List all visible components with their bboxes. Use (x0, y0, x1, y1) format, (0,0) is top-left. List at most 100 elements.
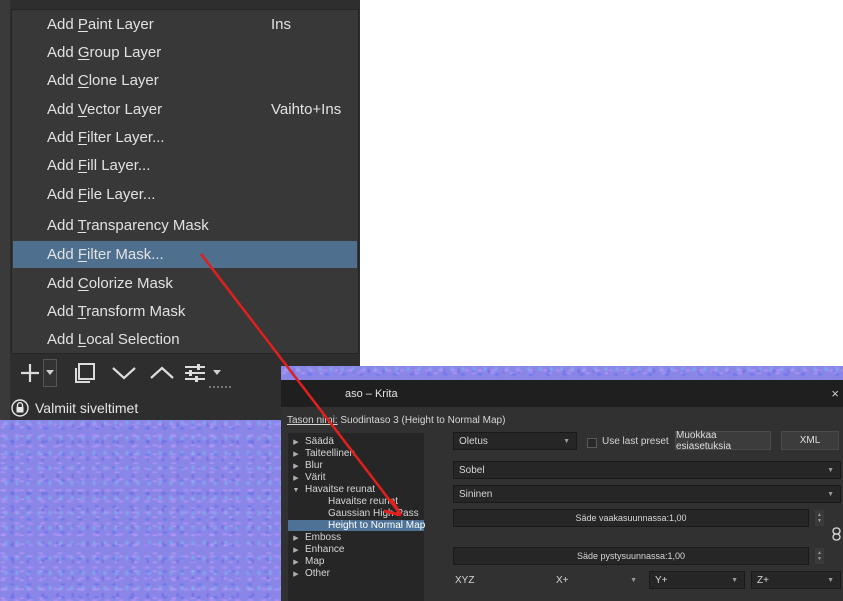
menu-item[interactable]: Add Filter Layer... (13, 124, 357, 151)
menu-item-label-rest: lone Layer (88, 72, 159, 89)
edit-presets-label: Muokkaa esiasetuksia (676, 429, 732, 452)
tree-item[interactable]: ▶ Säädä (288, 436, 424, 447)
expand-right-icon[interactable]: ▶ (291, 437, 301, 448)
menu-item-accelerator: C (77, 275, 89, 292)
expand-right-icon[interactable]: ▶ (291, 473, 301, 484)
menu-item[interactable]: Add Filter Mask... (13, 241, 357, 268)
menu-item-label-rest: aint Layer (87, 16, 154, 33)
move-up-icon[interactable] (147, 359, 177, 387)
menu-item-label-rest: olorize Mask (88, 275, 173, 292)
menu-item-label-prefix: Add (47, 186, 78, 203)
menu-item-shortcut: Ins (271, 16, 292, 33)
move-down-icon[interactable] (109, 359, 139, 387)
z-select[interactable]: Z+ ▼ (751, 571, 841, 589)
duplicate-icon[interactable] (71, 359, 99, 387)
menu-item-accelerator: T (77, 303, 87, 320)
x-select[interactable]: X+ ▼ (551, 571, 643, 589)
method-select[interactable]: Sobel ▼ (453, 461, 841, 479)
brush-presets-header[interactable]: Valmiit siveltimet (11, 396, 138, 420)
tree-item-label: Taiteellinen (305, 448, 356, 459)
tree-item[interactable]: ▶ Värit (288, 472, 424, 483)
expand-down-icon[interactable]: ▼ (291, 485, 301, 496)
layer-name-value[interactable]: Suodintaso 3 (Height to Normal Map) (340, 415, 505, 426)
plus-icon[interactable] (17, 359, 43, 387)
expand-right-icon[interactable]: ▶ (291, 569, 301, 580)
menu-item[interactable]: Add Clone Layer (13, 67, 357, 94)
menu-item-label: Add Filter Mask... (47, 246, 271, 263)
lock-icon[interactable] (11, 399, 29, 417)
tree-item-label: Other (305, 568, 331, 579)
menu-item-accelerator: C (77, 72, 89, 89)
channel-select[interactable]: Sininen ▼ (453, 485, 841, 503)
menu-item-label: Add Local Selection (47, 331, 271, 348)
menu-item-label-rest: ransparency Mask (86, 217, 209, 234)
menu-item[interactable]: Add Paint Layer Ins (13, 11, 357, 38)
vertical-radius-stepper[interactable]: ▲ ▼ (815, 548, 824, 564)
panel-splitter[interactable] (0, 0, 10, 420)
tree-item[interactable]: ▶ Blur (288, 460, 424, 471)
preset-select[interactable]: Oletus ▼ (453, 432, 577, 450)
expand-right-icon[interactable]: ▶ (291, 557, 301, 568)
menu-item[interactable]: Add Transparency Mask (13, 212, 357, 239)
add-layer-dropdown-button[interactable] (43, 359, 57, 387)
menu-item-accelerator: G (77, 44, 90, 61)
layer-name-label: Tason nimi: (287, 415, 338, 426)
menu-item[interactable]: Add File Layer... (13, 181, 357, 208)
horizontal-radius-stepper[interactable]: ▲ ▼ (815, 510, 824, 526)
menu-item[interactable]: Add Transform Mask (13, 298, 357, 325)
brush-presets-title: Valmiit siveltimet (35, 400, 139, 416)
expand-right-icon[interactable]: ▶ (291, 533, 301, 544)
menu-item-label: Add Group Layer (47, 44, 271, 61)
properties-icon[interactable] (181, 359, 209, 387)
link-icon[interactable] (832, 527, 841, 544)
preset-value: Oletus (459, 435, 488, 447)
grip-dots-icon[interactable] (207, 384, 235, 390)
expand-right-icon[interactable]: ▶ (291, 449, 301, 460)
step-down-icon[interactable]: ▼ (817, 556, 822, 562)
vertical-radius-spinbox[interactable]: Säde pystysuunnassa:1,00 (453, 547, 809, 565)
menu-item-label-prefix: Add (47, 101, 78, 118)
tree-item[interactable]: ▶ Taiteellinen (288, 448, 424, 459)
menu-item-accelerator: P (77, 16, 88, 33)
tree-item[interactable]: ▶ Other (288, 568, 424, 579)
use-last-preset-label: Use last preset (602, 436, 669, 447)
tree-item[interactable]: ▶ Emboss (288, 532, 424, 543)
tree-item-label: Emboss (305, 532, 342, 543)
menu-item[interactable]: Add Group Layer (13, 39, 357, 66)
menu-item-label: Add Transform Mask (47, 303, 271, 320)
menu-item[interactable]: Add Fill Layer... (13, 152, 357, 179)
tree-item[interactable]: ▼ Havaitse reunat (288, 484, 424, 495)
menu-item[interactable]: Add Local Selection (13, 326, 357, 353)
menu-item-label-rest: ilter Mask... (87, 246, 164, 263)
use-last-preset-checkbox[interactable] (587, 438, 597, 448)
tree-item[interactable]: ▶ Map (288, 556, 424, 567)
horizontal-radius-spinbox[interactable]: Säde vaakasuunnassa:1,00 (453, 509, 809, 527)
menu-item-label-rest: ile Layer... (87, 186, 156, 203)
tree-item-label: Map (305, 556, 325, 567)
step-down-icon[interactable]: ▼ (817, 518, 822, 524)
menu-item-accelerator: F (77, 186, 88, 203)
tree-item-label: Säädä (305, 436, 334, 447)
tree-item[interactable]: Height to Normal Map (288, 520, 425, 531)
menu-item-label: Add Paint Layer (47, 16, 271, 33)
menu-item-label-rest: ocal Selection (86, 331, 180, 348)
tree-item-label: Värit (305, 472, 326, 483)
menu-item-label-prefix: Add (47, 217, 78, 234)
menu-item[interactable]: Add Vector Layer Vaihto+Ins (13, 96, 357, 123)
y-select[interactable]: Y+ ▼ (649, 571, 745, 589)
tree-item[interactable]: Gaussian High Pass (288, 508, 424, 519)
menu-item-label: Add Vector Layer (47, 101, 271, 118)
properties-dropdown-icon[interactable] (211, 359, 223, 387)
tree-item[interactable]: ▶ Enhance (288, 544, 424, 555)
xml-button[interactable]: XML (781, 431, 839, 450)
edit-presets-button[interactable]: Muokkaa esiasetuksia (675, 429, 771, 452)
menu-item-label-rest: ill Layer... (87, 157, 151, 174)
xyz-label: XYZ (455, 575, 475, 586)
menu-item-label: Add Colorize Mask (47, 275, 271, 292)
chevron-down-icon: ▼ (827, 490, 834, 498)
expand-right-icon[interactable]: ▶ (291, 545, 301, 556)
tree-item[interactable]: Havaitse reunat (288, 496, 424, 507)
menu-item[interactable]: Add Colorize Mask (13, 270, 357, 297)
close-icon[interactable]: × (831, 386, 839, 401)
expand-right-icon[interactable]: ▶ (291, 461, 301, 472)
